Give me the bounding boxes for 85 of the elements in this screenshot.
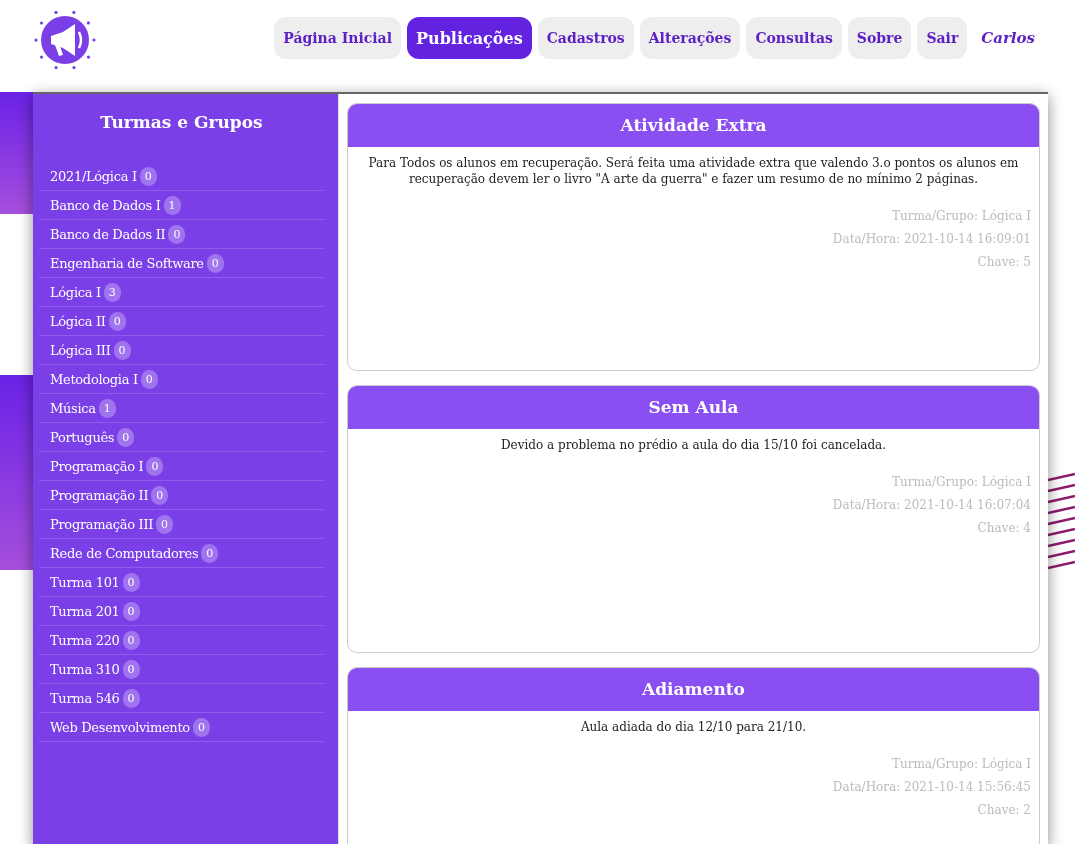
sidebar-item[interactable]: Música 1 [39,394,324,423]
post-text: Aula adiada do dia 12/10 para 21/10. [579,719,808,735]
sidebar-item[interactable]: Turma 310 0 [39,655,324,684]
count-badge: 0 [156,514,174,534]
sidebar-item[interactable]: Web Desenvolvimento 0 [39,713,324,742]
sidebar-item[interactable]: Banco de Dados I 1 [39,191,324,220]
sidebar-item[interactable]: Turma 101 0 [39,568,324,597]
group-name[interactable]: Lógica III [50,342,111,358]
post-text: Para Todos os alunos em recuperação. Será feita uma atividade extra que valendo 3.o pontos os alunos em recuperação devem ler o livro "A arte da guerra" e fazer um resumo de no mínimo 2 páginas. [367,155,1020,187]
user-name[interactable]: Carlos [973,29,1039,47]
count-badge: 0 [146,456,164,476]
nav-button[interactable]: Página Inicial [274,17,401,59]
post-group: Turma/Grupo: Lógica I [892,475,1031,489]
post-title: Adiamento [348,668,1039,711]
group-name[interactable]: Turma 201 [50,603,120,619]
sidebar-item[interactable]: 2021/Lógica I 0 [39,162,324,191]
count-badge: 0 [122,572,140,592]
sidebar-item[interactable]: Lógica III 0 [39,336,324,365]
sidebar-item[interactable]: Banco de Dados II 0 [39,220,324,249]
sidebar-title: Turmas e Grupos [99,112,264,132]
count-badge: 0 [168,224,186,244]
count-badge: 0 [122,688,140,708]
post-datetime: Data/Hora: 2021-10-14 16:07:04 [832,498,1031,512]
group-name[interactable]: Metodologia I [50,371,138,387]
nav-button[interactable]: Sair [917,17,968,59]
sidebar-item[interactable]: Programação III 0 [39,510,324,539]
post-group: Turma/Grupo: Lógica I [892,209,1031,223]
group-name[interactable]: Turma 220 [50,632,120,648]
count-badge: 1 [98,398,116,418]
group-name[interactable]: Lógica I [50,284,101,300]
group-name[interactable]: Banco de Dados II [50,226,166,242]
sidebar-item[interactable]: Programação I 0 [39,452,324,481]
count-badge: 0 [151,485,169,505]
group-name[interactable]: Engenharia de Software [50,255,204,271]
count-badge: 0 [206,253,224,273]
group-name[interactable]: Música [50,400,96,416]
nav-button[interactable]: Cadastros [537,17,634,59]
post-text: Devido a problema no prédio a aula do dia 15/10 foi cancelada. [499,437,888,453]
count-badge: 1 [163,195,181,215]
group-name[interactable]: Turma 546 [50,690,120,706]
post-key: Chave: 2 [977,803,1031,817]
post-key: Chave: 4 [977,521,1031,535]
count-badge: 0 [201,543,219,563]
nav-button[interactable]: Sobre [847,17,912,59]
group-name[interactable]: Lógica II [50,313,106,329]
megaphone-logo-icon[interactable] [33,8,97,72]
sidebar-item[interactable]: Lógica I 3 [39,278,324,307]
nav-button[interactable]: Alterações [639,17,741,59]
count-badge: 0 [122,601,140,621]
count-badge: 3 [103,282,121,302]
count-badge: 0 [122,659,140,679]
count-badge: 0 [140,369,158,389]
sidebar-item[interactable]: Engenharia de Software 0 [39,249,324,278]
count-badge: 0 [108,311,126,331]
group-name[interactable]: Rede de Computadores [50,545,199,561]
group-name[interactable]: Programação I [50,458,144,474]
count-badge: 0 [139,166,157,186]
group-name[interactable]: 2021/Lógica I [50,168,137,184]
sidebar-item[interactable]: Rede de Computadores 0 [39,539,324,568]
group-name[interactable]: Português [50,429,115,445]
post-title: Atividade Extra [348,104,1039,147]
post-group: Turma/Grupo: Lógica I [892,757,1031,771]
sidebar-item[interactable]: Turma 220 0 [39,626,324,655]
sidebar-item[interactable]: Português 0 [39,423,324,452]
group-name[interactable]: Turma 101 [50,574,120,590]
count-badge: 0 [117,427,135,447]
group-name[interactable]: Banco de Dados I [50,197,161,213]
sidebar-item[interactable]: Metodologia I 0 [39,365,324,394]
post-datetime: Data/Hora: 2021-10-14 15:56:45 [832,780,1031,794]
post-datetime: Data/Hora: 2021-10-14 16:09:01 [832,232,1031,246]
sidebar-item[interactable]: Turma 201 0 [39,597,324,626]
sidebar-item[interactable]: Turma 546 0 [39,684,324,713]
post-key: Chave: 5 [977,255,1031,269]
count-badge: 0 [122,630,140,650]
group-name[interactable]: Programação III [50,516,154,532]
sidebar-item[interactable]: Lógica II 0 [39,307,324,336]
sidebar-item[interactable]: Programação II 0 [39,481,324,510]
group-name[interactable]: Programação II [50,487,149,503]
post-title: Sem Aula [348,386,1039,429]
group-name[interactable]: Turma 310 [50,661,120,677]
nav-button[interactable]: Publicações [407,17,532,59]
count-badge: 0 [113,340,131,360]
nav-button[interactable]: Consultas [746,17,842,59]
count-badge: 0 [192,717,210,737]
group-name[interactable]: Web Desenvolvimento [50,719,190,735]
